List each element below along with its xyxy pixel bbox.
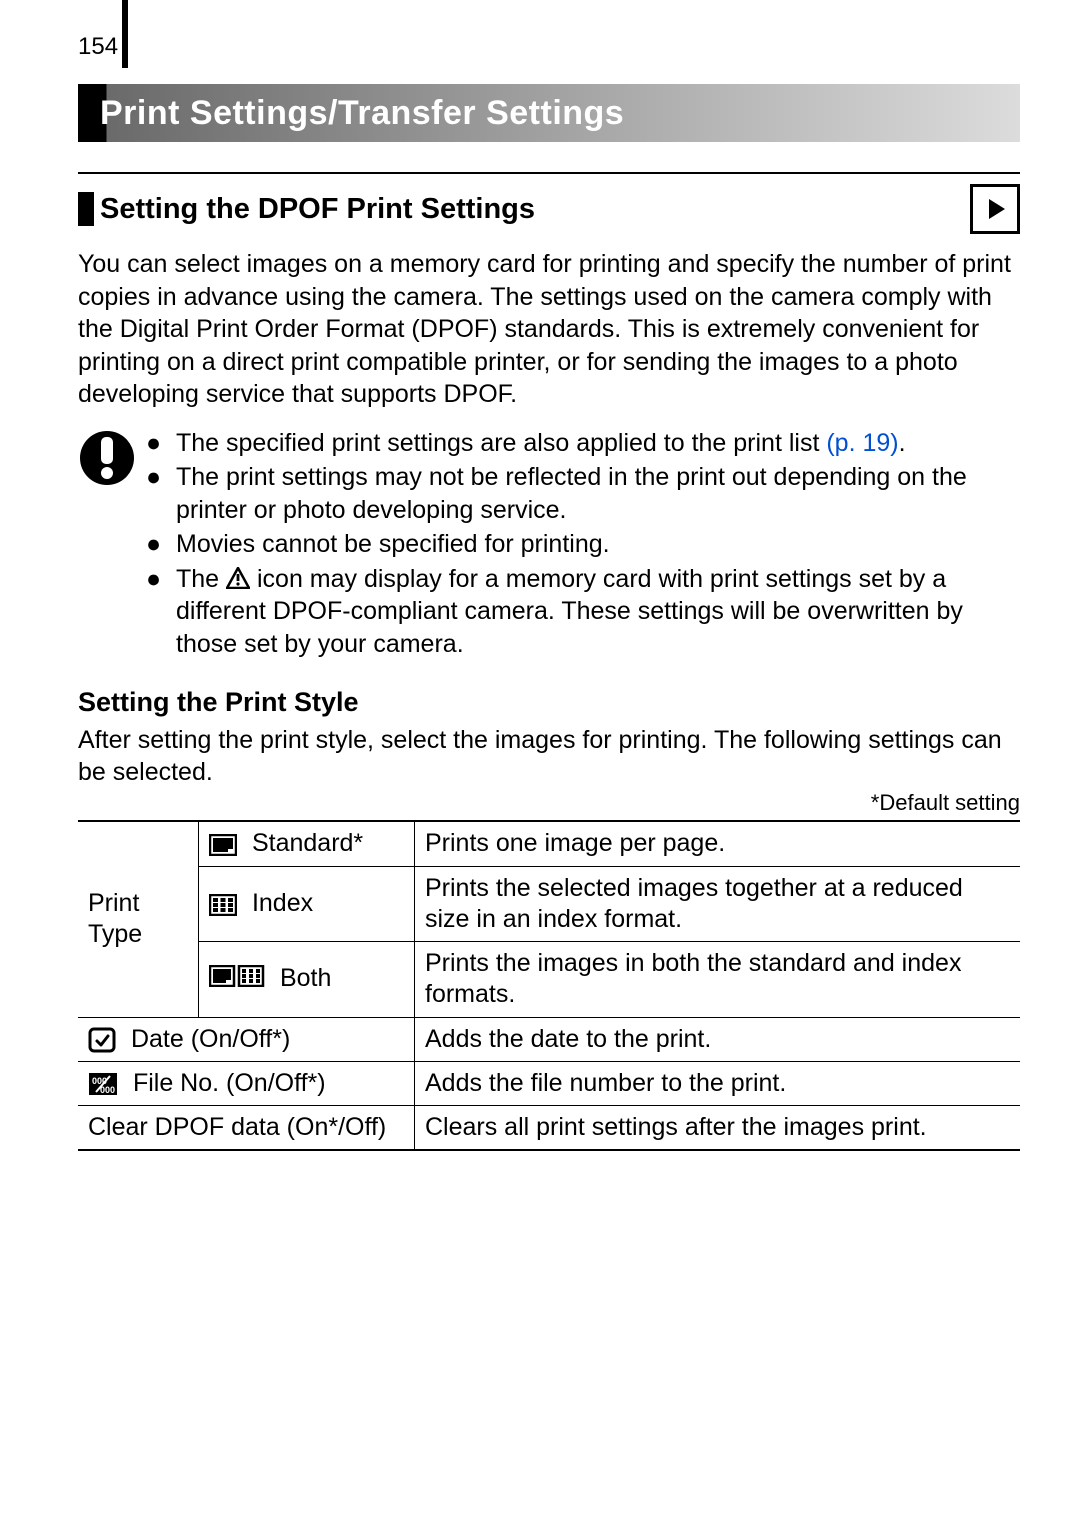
chapter-title-bar: Print Settings/Transfer Settings [78, 84, 1020, 142]
clear-dpof-desc: Clears all print settings after the imag… [415, 1106, 1021, 1151]
subsection-paragraph: After setting the print style, select th… [78, 724, 1020, 789]
both-desc: Prints the images in both the standard a… [415, 942, 1021, 1018]
note-item-4: ● The icon may display for a memory card… [146, 563, 1020, 661]
standard-cell: Standard* [199, 821, 415, 866]
svg-text:000: 000 [100, 1085, 115, 1095]
fileno-cell: 000 000 File No. (On/Off*) [78, 1061, 415, 1105]
standard-desc: Prints one image per page. [415, 821, 1021, 866]
file-number-icon: 000 000 [88, 1072, 118, 1096]
index-label: Index [252, 889, 313, 917]
note-3-text: Movies cannot be specified for printing. [176, 528, 610, 561]
chapter-title: Print Settings/Transfer Settings [78, 92, 624, 135]
note-1-text-a: The specified print settings are also ap… [176, 429, 826, 457]
note-4-text-a: The [176, 565, 226, 593]
fileno-label: File No. (On/Off*) [133, 1069, 326, 1097]
note-2-text: The print settings may not be reflected … [176, 461, 1020, 526]
page-number-divider [122, 0, 128, 68]
page-number: 154 [0, 32, 118, 68]
intro-paragraph: You can select images on a memory card f… [78, 248, 1020, 411]
note-1-text-b: . [899, 429, 906, 457]
index-desc: Prints the selected images together at a… [415, 866, 1021, 942]
date-icon [88, 1027, 116, 1053]
both-icon [209, 964, 265, 995]
print-style-table: Print Type Standard* Prints one image pe… [78, 820, 1020, 1151]
index-cell: Index [199, 866, 415, 942]
table-row: Both Prints the images in both the stand… [78, 942, 1020, 1018]
table-row: Date (On/Off*) Adds the date to the prin… [78, 1017, 1020, 1061]
print-type-header: Print Type [78, 821, 199, 1017]
fileno-desc: Adds the file number to the print. [415, 1061, 1021, 1105]
date-cell: Date (On/Off*) [78, 1017, 415, 1061]
clear-dpof-cell: Clear DPOF data (On*/Off) [78, 1106, 415, 1151]
note-1-link[interactable]: (p. 19) [826, 429, 898, 457]
playback-mode-icon [970, 184, 1020, 234]
default-setting-note: *Default setting [78, 789, 1020, 817]
date-desc: Adds the date to the print. [415, 1017, 1021, 1061]
section-heading: Setting the DPOF Print Settings [100, 191, 535, 227]
index-icon [209, 894, 237, 916]
page-number-header: 154 [0, 0, 1080, 68]
section-heading-row: Setting the DPOF Print Settings [78, 184, 1020, 234]
section-heading-bar [78, 192, 94, 226]
standard-label: Standard* [252, 829, 363, 857]
warning-triangle-icon [226, 563, 250, 596]
subsection-heading: Setting the Print Style [78, 686, 1020, 720]
table-row: Clear DPOF data (On*/Off) Clears all pri… [78, 1106, 1020, 1151]
note-item-3: ● Movies cannot be specified for printin… [146, 528, 1020, 561]
table-row: Print Type Standard* Prints one image pe… [78, 821, 1020, 866]
horizontal-rule [78, 172, 1020, 174]
note-4-text-b: icon may display for a memory card with … [176, 565, 963, 658]
note-item-1: ● The specified print settings are also … [146, 427, 1020, 460]
exclamation-icon [78, 427, 136, 663]
both-label: Both [280, 964, 331, 992]
both-cell: Both [199, 942, 415, 1018]
note-item-2: ● The print settings may not be reflecte… [146, 461, 1020, 526]
table-row: Index Prints the selected images togethe… [78, 866, 1020, 942]
date-label: Date (On/Off*) [131, 1025, 290, 1053]
table-row: 000 000 File No. (On/Off*) Adds the file… [78, 1061, 1020, 1105]
important-note-block: ● The specified print settings are also … [78, 427, 1020, 663]
standard-icon [209, 834, 237, 856]
